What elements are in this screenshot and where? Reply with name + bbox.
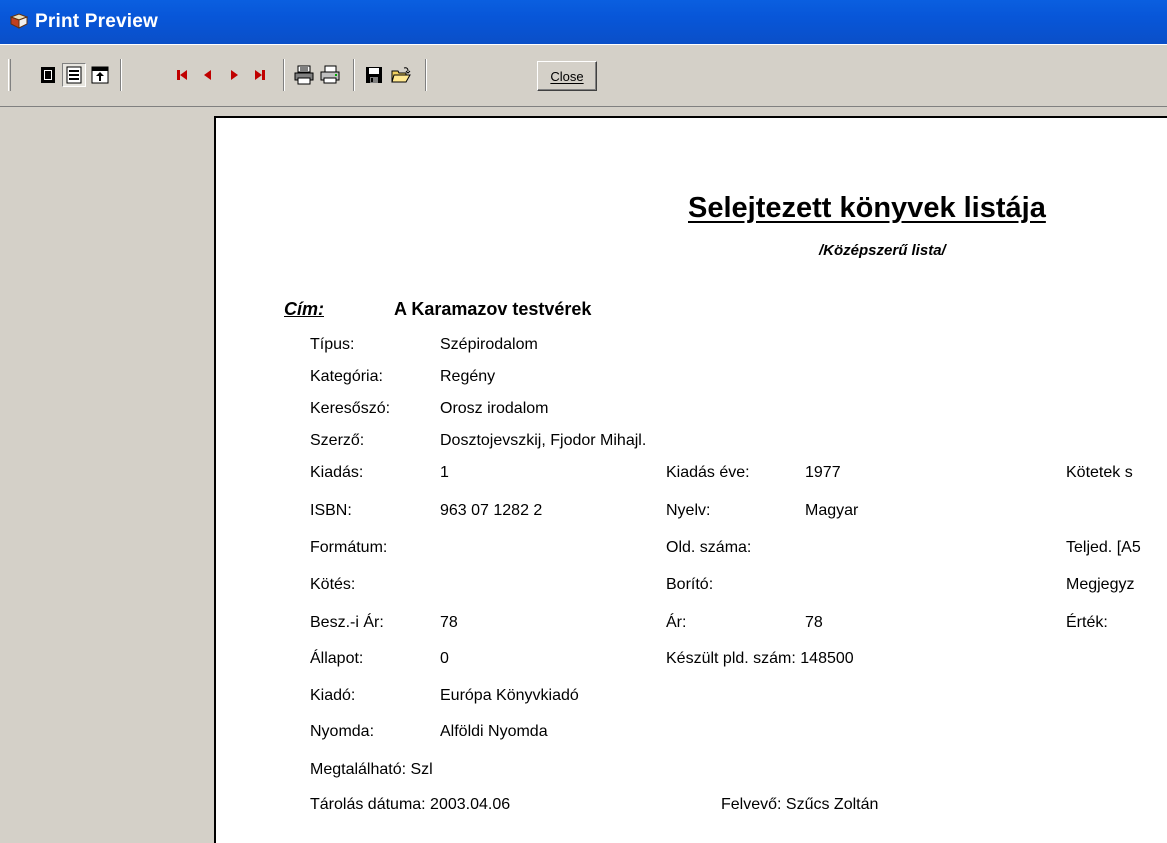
field-keszult-pld: Készült pld. szám: 148500 — [666, 650, 854, 667]
field-label-nyomda: Nyomda: — [310, 723, 375, 740]
field-label-kiadas-eve: Kiadás éve: — [666, 464, 750, 481]
window-title: Print Preview — [35, 11, 158, 32]
field-felvevo: Felvevő: Szűcs Zoltán — [721, 796, 879, 813]
field-label-beszar: Besz.-i Ár: — [310, 614, 384, 631]
save-icon[interactable] — [362, 63, 386, 87]
field-value-nyomda: Alföldi Nyomda — [440, 723, 548, 740]
field-value-nyelv: Magyar — [805, 502, 859, 519]
field-label-nyelv: Nyelv: — [666, 502, 711, 519]
toolbar-separator — [353, 59, 355, 91]
report-book-icon — [10, 13, 28, 29]
two-pages-icon[interactable] — [62, 63, 86, 87]
prev-page-icon[interactable] — [196, 63, 220, 87]
field-label-kategoria: Kategória: — [310, 368, 383, 385]
toolbar-separator — [283, 59, 285, 91]
field-label-ar: Ár: — [666, 614, 687, 631]
toolbar-separator — [425, 59, 427, 91]
close-button[interactable]: Close — [537, 61, 597, 91]
toolbar-separator — [120, 59, 122, 91]
field-value-tipus: Szépirodalom — [440, 336, 538, 353]
cim-value: A Karamazov testvérek — [394, 299, 592, 319]
field-value-isbn: 963 07 1282 2 — [440, 502, 543, 519]
field-label-formatum: Formátum: — [310, 539, 388, 556]
last-page-icon[interactable] — [248, 63, 272, 87]
field-label-tipus: Típus: — [310, 336, 355, 353]
toolbar-grip[interactable] — [8, 59, 11, 91]
field-megtalalhato: Megtalálható: Szl — [310, 761, 433, 778]
field-value-kategoria: Regény — [440, 368, 496, 385]
field-label-isbn: ISBN: — [310, 502, 352, 519]
field-label-kiadas: Kiadás: — [310, 464, 364, 481]
field-label-borito: Borító: — [666, 576, 714, 593]
print-icon[interactable] — [318, 63, 342, 87]
field-label-keresoszo: Keresőszó: — [310, 400, 391, 417]
report-page: Selejtezett könyvek listája /Középszerű … — [214, 116, 1167, 843]
zoom-icon[interactable] — [88, 63, 112, 87]
print-setup-icon[interactable] — [292, 63, 316, 87]
next-page-icon[interactable] — [222, 63, 246, 87]
report-title: Selejtezett könyvek listája — [688, 192, 1046, 224]
first-page-icon[interactable] — [170, 63, 194, 87]
field-value-kiadas-eve: 1977 — [805, 464, 841, 481]
toolbar: Close — [0, 44, 1167, 107]
field-value-ar: 78 — [805, 614, 823, 631]
field-label-kiado: Kiadó: — [310, 687, 356, 704]
field-value-szerzo: Dosztojevszkij, Fjodor Mihajl. — [440, 432, 647, 449]
field-label-kotetek: Kötetek s — [1066, 464, 1133, 481]
field-value-allapot: 0 — [440, 650, 449, 667]
title-bar: Print Preview — [0, 0, 1167, 44]
field-value-keresoszo: Orosz irodalom — [440, 400, 549, 417]
field-tarolas-datuma: Tárolás dátuma: 2003.04.06 — [310, 796, 511, 813]
field-label-megjegyz: Megjegyz — [1066, 576, 1135, 593]
report-subtitle: /Középszerű lista/ — [819, 242, 946, 259]
field-value-kiado: Európa Könyvkiadó — [440, 687, 579, 704]
field-label-old-szama: Old. száma: — [666, 539, 752, 556]
field-value-beszar: 78 — [440, 614, 458, 631]
cim-label: Cím: — [284, 299, 324, 319]
field-value-kiadas: 1 — [440, 464, 449, 481]
open-icon[interactable] — [389, 63, 413, 87]
field-label-ertek: Érték: — [1066, 614, 1108, 631]
preview-area: Selejtezett könyvek listája /Középszerű … — [0, 107, 1167, 843]
field-label-szerzo: Szerző: — [310, 432, 365, 449]
field-label-kotes: Kötés: — [310, 576, 356, 593]
field-label-teljed: Teljed. [A5 — [1066, 539, 1141, 556]
field-label-allapot: Állapot: — [310, 650, 364, 667]
one-page-icon[interactable] — [36, 63, 60, 87]
